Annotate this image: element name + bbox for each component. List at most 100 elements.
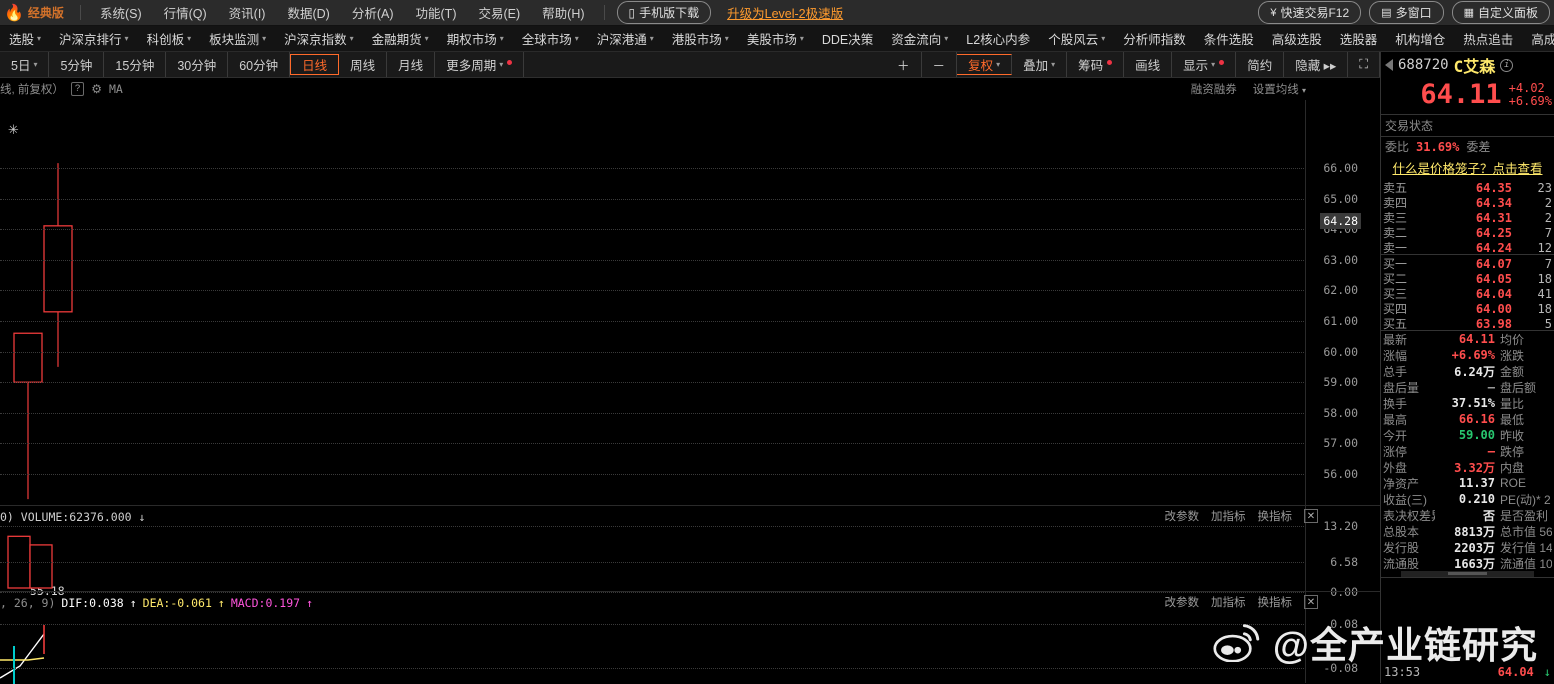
volume-add-indicator-button[interactable]: 加指标 — [1211, 508, 1246, 524]
nav-item-7[interactable]: 全球市场 ▾ — [513, 26, 588, 51]
volume-switch-indicator-button[interactable]: 换指标 — [1258, 508, 1293, 524]
stat-value: 37.51% — [1451, 396, 1495, 410]
nav-item-10[interactable]: 美股市场 ▾ — [738, 26, 813, 51]
level2-upgrade-link[interactable]: 升级为Level-2极速版 — [727, 3, 843, 22]
ask-row[interactable]: 卖三 64.31 2 — [1381, 209, 1554, 226]
stat-row: 最新 64.11 均价 — [1381, 331, 1554, 347]
menu-item-3[interactable]: 数据(D) — [276, 0, 340, 26]
ask-row[interactable]: 卖五 64.35 23 — [1381, 179, 1554, 196]
quick-trade-button[interactable]: ¥ 快速交易F12 — [1258, 1, 1362, 24]
nav-item-6[interactable]: 期权市场 ▾ — [438, 26, 513, 51]
notification-dot-icon — [507, 60, 513, 65]
macd-panel[interactable]: , 26, 9) DIF:0.038 ↑ DEA:-0.061 ↑ MACD:0… — [0, 591, 1380, 684]
period-button-8[interactable]: 更多周期 ▾ — [435, 52, 525, 77]
nav-item-19[interactable]: 机构增仓 — [1386, 26, 1454, 51]
horizontal-scrollbar[interactable] — [1401, 571, 1534, 577]
nav-item-label: 选股 — [9, 33, 35, 47]
bid-row[interactable]: 买三 64.04 41 — [1381, 285, 1554, 302]
nav-item-0[interactable]: 选股 ▾ — [0, 26, 50, 51]
chart-tool-button-5[interactable]: 画线 — [1124, 52, 1173, 77]
bid-row[interactable]: 买四 64.00 18 — [1381, 300, 1554, 317]
ask-price: 64.24 — [1475, 240, 1512, 255]
yuan-circle-icon: ¥ — [1270, 6, 1277, 19]
stat-row: 总股本 8813万 总市值 56 — [1381, 523, 1554, 539]
price-chart[interactable]: 66.00 65.00 64.00 63.00 62.00 61.00 60.00 59.00… — [0, 100, 1380, 598]
chart-tool-button-7[interactable]: 简约 — [1236, 52, 1285, 77]
ma-settings-button[interactable]: 设置均线 ▾ — [1253, 81, 1306, 97]
multi-window-button[interactable]: ▤ 多窗口 — [1369, 1, 1444, 24]
nav-item-17[interactable]: 高级选股 — [1263, 26, 1331, 51]
volume-panel[interactable]: 0) VOLUME:62376.000 ↓ 改参数 加指标 换指标 ✕ 13.2… — [0, 505, 1380, 599]
nav-item-21[interactable]: 高成长性 — [1522, 26, 1554, 51]
menu-item-0[interactable]: 系统(S) — [89, 0, 153, 26]
volume-change-params-button[interactable]: 改参数 — [1165, 508, 1200, 524]
chevron-down-icon: ▾ — [1301, 86, 1306, 95]
nav-item-3[interactable]: 板块监测 ▾ — [200, 26, 275, 51]
stat-key: 最高 — [1383, 412, 1408, 427]
macd-add-indicator-button[interactable]: 加指标 — [1211, 594, 1246, 610]
bid-row[interactable]: 买二 64.05 18 — [1381, 270, 1554, 287]
period-button-3[interactable]: 30分钟 — [166, 52, 229, 77]
menu-item-1[interactable]: 行情(Q) — [153, 0, 218, 26]
margin-trading-link[interactable]: 融资融券 — [1191, 81, 1237, 97]
ask-row[interactable]: 卖一 64.24 12 — [1381, 239, 1554, 256]
nav-item-14[interactable]: 个股风云 ▾ — [1039, 26, 1114, 51]
chart-tool-button-6[interactable]: 显示 ▾ — [1172, 52, 1237, 77]
nav-item-1[interactable]: 沪深京排行 ▾ — [50, 26, 138, 51]
nav-item-8[interactable]: 沪深港通 ▾ — [588, 26, 663, 51]
app-logo[interactable]: 🔥 经典版 — [0, 4, 72, 21]
chart-tool-button-8[interactable]: 隐藏 ▸▸ — [1284, 52, 1349, 77]
price-cage-link[interactable]: 什么是价格笼子？点击查看 — [1381, 156, 1554, 179]
menu-item-6[interactable]: 交易(E) — [467, 0, 531, 26]
period-button-4[interactable]: 60分钟 — [228, 52, 291, 77]
ask-price: 64.25 — [1475, 225, 1512, 240]
stat-value: 否 — [1482, 509, 1495, 523]
stat-value: 2203万 — [1454, 541, 1495, 555]
custom-panel-button[interactable]: ▦ 自定义面板 — [1451, 1, 1550, 24]
nav-item-20[interactable]: 热点追击 — [1454, 26, 1522, 51]
help-icon[interactable]: ? — [70, 82, 85, 96]
nav-item-9[interactable]: 港股市场 ▾ — [663, 26, 738, 51]
macd-change-params-button[interactable]: 改参数 — [1165, 594, 1200, 610]
ask-row[interactable]: 卖二 64.25 7 — [1381, 224, 1554, 241]
period-button-1[interactable]: 5分钟 — [49, 52, 105, 77]
quick-trade-label: 快速交易F12 — [1280, 6, 1350, 20]
bid-row[interactable]: 买一 64.07 7 — [1381, 255, 1554, 272]
ask-row[interactable]: 卖四 64.34 2 — [1381, 194, 1554, 211]
nav-item-16[interactable]: 条件选股 — [1195, 26, 1263, 51]
chart-tool-button-4[interactable]: 筹码 — [1067, 52, 1125, 77]
chart-tool-button-9[interactable]: ⛶ — [1348, 52, 1380, 77]
mobile-download-button[interactable]: ▯ 手机版下载 — [616, 1, 712, 24]
nav-item-18[interactable]: 选股器 — [1331, 26, 1387, 51]
bid-row[interactable]: 买五 63.98 5 — [1381, 315, 1554, 332]
menu-item-7[interactable]: 帮助(H) — [531, 0, 595, 26]
macd-switch-indicator-button[interactable]: 换指标 — [1258, 594, 1293, 610]
period-button-6[interactable]: 周线 — [339, 52, 388, 77]
info-icon[interactable]: i — [1500, 58, 1514, 72]
period-button-7[interactable]: 月线 — [387, 52, 436, 77]
nav-item-2[interactable]: 科创板 ▾ — [138, 26, 201, 51]
period-button-0[interactable]: 5日 ▾ — [0, 52, 50, 77]
chart-tool-button-2[interactable]: 复权 ▾ — [957, 54, 1013, 75]
nav-item-11[interactable]: DDE决策 — [813, 26, 882, 51]
chart-tool-button-0[interactable]: ＋ — [886, 52, 922, 77]
main-split: 5日 ▾ 5分钟 15分钟 30分钟 60分钟 日线 周线 月线 更多周期 ▾ ＋－复权 ▾ 叠加 ▾ 筹码… — [0, 52, 1554, 684]
stat-key: 总股本 — [1383, 525, 1420, 539]
collapse-arrow-icon[interactable] — [1385, 59, 1393, 71]
nav-item-12[interactable]: 资金流向 ▾ — [882, 26, 957, 51]
period-button-5[interactable]: 日线 — [290, 54, 340, 75]
macd-close-icon[interactable]: ✕ — [1304, 595, 1318, 609]
nav-item-5[interactable]: 金融期货 ▾ — [363, 26, 438, 51]
chart-tool-button-1[interactable]: － — [922, 52, 958, 77]
period-button-2[interactable]: 15分钟 — [104, 52, 167, 77]
gear-icon[interactable]: ⚙ — [91, 82, 102, 96]
nav-item-4[interactable]: 沪深京指数 ▾ — [275, 26, 363, 51]
menu-item-5[interactable]: 功能(T) — [405, 0, 468, 26]
volume-close-icon[interactable]: ✕ — [1304, 509, 1318, 523]
menu-item-2[interactable]: 资讯(I) — [218, 0, 277, 26]
nav-item-13[interactable]: L2核心内参 — [957, 26, 1039, 51]
nav-item-15[interactable]: 分析师指数 — [1114, 26, 1195, 51]
menu-item-4[interactable]: 分析(A) — [341, 0, 405, 26]
gridline — [0, 624, 1306, 625]
chart-tool-button-3[interactable]: 叠加 ▾ — [1012, 52, 1068, 77]
